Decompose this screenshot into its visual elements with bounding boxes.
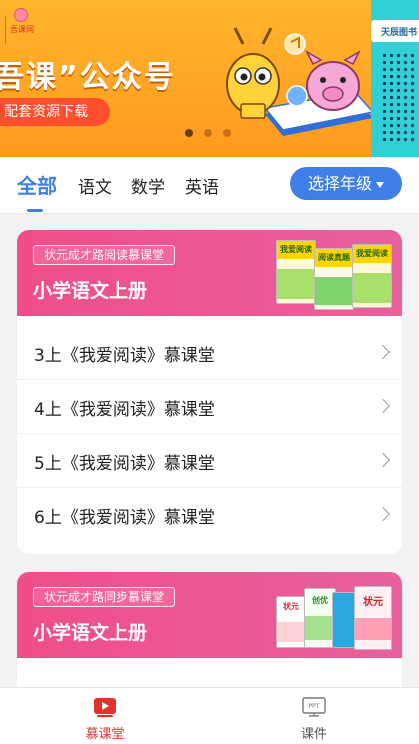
list-item[interactable]: 6上《我爱阅读》慕课堂 (17, 488, 402, 542)
banner-download-pill: 配套资源下载 (0, 98, 110, 126)
brand-text: 吾课网 (10, 25, 34, 34)
course-card: 状元成才路同步慕课堂 小学语文上册 状元 创优 状元 慕课 (17, 572, 402, 702)
list-item-label: 3上《我爱阅读》慕课堂 (34, 346, 215, 366)
book-cover-text: 状元 (283, 602, 299, 611)
book-cover-text: 创优 (312, 596, 328, 605)
book-cover-text: 阅读真题 (315, 249, 353, 267)
video-play-icon (94, 698, 116, 717)
list-item[interactable]: 5上《我爱阅读》慕课堂 (17, 434, 402, 488)
tab-english[interactable]: 英语 (185, 173, 219, 198)
chevron-right-icon (375, 452, 391, 468)
book-cover: 状元 (276, 596, 306, 648)
book-cover: 阅读真题 (314, 248, 354, 310)
brand-divider (5, 16, 6, 44)
tab-chinese[interactable]: 语文 (78, 173, 112, 198)
brand-logo: 吾课网 (0, 8, 38, 44)
card-title: 小学语文上册 (33, 622, 148, 644)
tab-all[interactable]: 全部 (17, 170, 57, 199)
nav-label: 慕课堂 (85, 727, 125, 742)
card-header[interactable]: 状元成才路阅读慕课堂 小学语文上册 我爱阅读 阅读真题 我爱阅读 (17, 230, 402, 316)
carousel-dot[interactable] (185, 129, 193, 137)
promo-banner[interactable]: 吾课网 吾课”公众号 配套资源下载 天辰图书 (0, 0, 419, 157)
list-item-label: 4上《我爱阅读》慕课堂 (34, 400, 215, 420)
course-list: 3上《我爱阅读》慕课堂 4上《我爱阅读》慕课堂 5上《我爱阅读》慕课堂 6上《我… (17, 316, 402, 542)
book-cover: 状元 (354, 586, 392, 650)
chevron-right-icon (375, 398, 391, 414)
bottom-navigation: 慕课堂 PPT 课件 (0, 687, 419, 744)
nav-label: 课件 (300, 727, 327, 742)
book-cover-text: 我爱阅读 (277, 241, 315, 259)
active-tab-indicator (27, 209, 43, 212)
tab-math[interactable]: 数学 (131, 173, 165, 198)
carousel-dot[interactable] (204, 129, 212, 137)
list-item[interactable]: 3上《我爱阅读》慕课堂 (17, 326, 402, 380)
carousel-indicator[interactable] (185, 129, 231, 137)
select-grade-label: 选择年级 (307, 174, 372, 193)
book-covers-image: 状元 创优 状元 (276, 582, 394, 654)
svg-text:PPT: PPT (309, 703, 320, 710)
caret-down-icon (376, 181, 384, 188)
book-cover: 我爱阅读 (352, 244, 392, 308)
course-card: 状元成才路阅读慕课堂 小学语文上册 我爱阅读 阅读真题 我爱阅读 3上《我爱阅读… (17, 230, 402, 554)
list-item-label: 5上《我爱阅读》慕课堂 (34, 454, 215, 474)
list-item[interactable]: 4上《我爱阅读》慕课堂 (17, 380, 402, 434)
card-tag: 状元成才路同步慕课堂 (33, 587, 176, 607)
app-screen: 吾课网 吾课”公众号 配套资源下载 天辰图书 全部 语文 数学 英语 选择年级 … (0, 0, 419, 744)
chevron-right-icon (375, 344, 391, 360)
card-tag: 状元成才路阅读慕课堂 (33, 245, 176, 265)
book-cover-text: 我爱阅读 (353, 245, 391, 263)
nav-item-mooc[interactable]: 慕课堂 (45, 688, 165, 744)
carousel-dot[interactable] (223, 129, 231, 137)
book-cover: 我爱阅读 (276, 240, 316, 304)
ppt-icon: PPT (302, 697, 326, 717)
book-covers-image: 我爱阅读 阅读真题 我爱阅读 (276, 240, 394, 312)
nav-item-courseware[interactable]: PPT 课件 (254, 688, 374, 744)
list-item-label: 6上《我爱阅读》慕课堂 (34, 508, 215, 528)
card-header[interactable]: 状元成才路同步慕课堂 小学语文上册 状元 创优 状元 (17, 572, 402, 658)
select-grade-button[interactable]: 选择年级 (290, 167, 402, 200)
dot-pattern (381, 52, 417, 144)
card-title: 小学语文上册 (33, 280, 148, 302)
book-cover-text: 状元 (363, 597, 383, 608)
publisher-logo-text: 天辰图书 (380, 28, 417, 38)
chevron-right-icon (375, 506, 391, 522)
banner-headline: 吾课”公众号 (0, 60, 176, 95)
pig-mascot-icon (14, 8, 28, 22)
